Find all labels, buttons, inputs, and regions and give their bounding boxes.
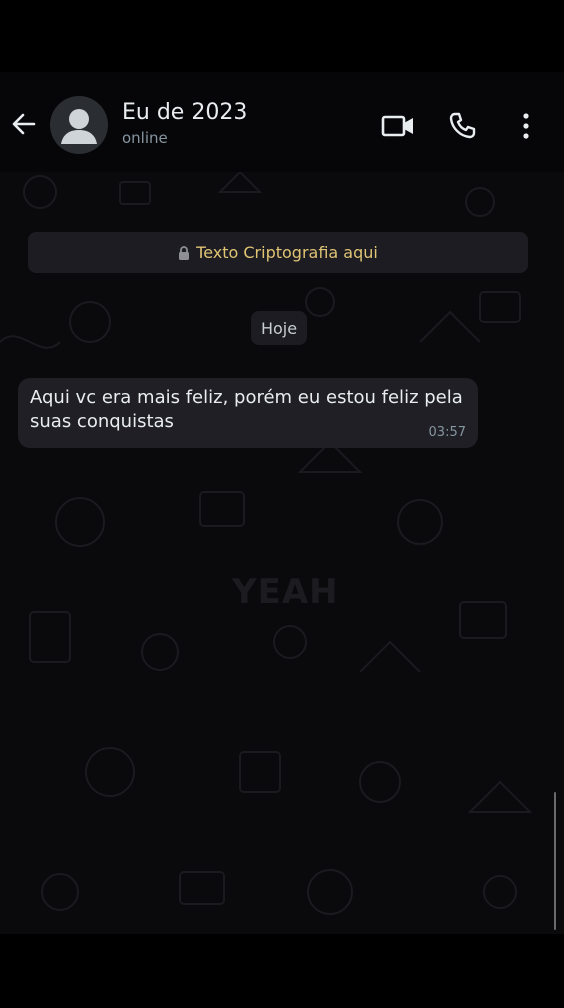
menu-button[interactable] <box>508 108 544 144</box>
lock-icon <box>178 245 190 260</box>
contact-status: online <box>122 129 168 147</box>
video-call-button[interactable] <box>380 108 416 144</box>
avatar[interactable] <box>50 96 108 154</box>
bottom-area <box>0 934 564 1008</box>
watermark: YEAH <box>232 572 339 612</box>
back-button[interactable] <box>6 106 42 142</box>
chat-area[interactable]: Texto Criptografia aqui Hoje Aqui vc era… <box>0 172 564 934</box>
chat-screen: Eu de 2023 online Texto Criptografia aqu… <box>0 0 564 1008</box>
encryption-notice[interactable]: Texto Criptografia aqui <box>28 232 528 273</box>
date-separator: Hoje <box>251 311 307 345</box>
contact-name[interactable]: Eu de 2023 <box>122 100 247 125</box>
encryption-notice-text: Texto Criptografia aqui <box>196 243 378 262</box>
phone-icon <box>449 112 476 139</box>
video-camera-icon <box>381 115 413 137</box>
status-bar-area <box>0 0 564 72</box>
more-vertical-icon <box>523 113 529 139</box>
default-avatar-icon <box>61 109 97 144</box>
scrollbar[interactable] <box>554 792 556 930</box>
message-bubble[interactable]: Aqui vc era mais feliz, porém eu estou f… <box>18 378 478 448</box>
arrow-left-icon <box>12 113 36 135</box>
voice-call-button[interactable] <box>444 108 480 144</box>
message-text: Aqui vc era mais feliz, porém eu estou f… <box>30 387 463 432</box>
message-time: 03:57 <box>428 425 466 440</box>
wallpaper-pattern <box>0 172 533 915</box>
